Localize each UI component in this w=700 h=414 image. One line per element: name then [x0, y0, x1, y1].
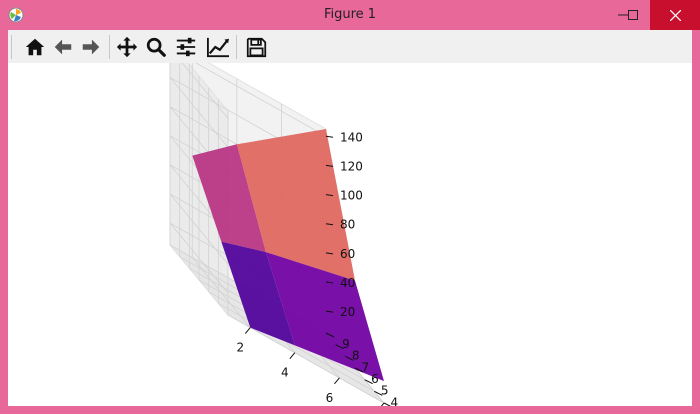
surface-plot[interactable]: 2468345678920406080100120140 [8, 39, 692, 414]
z-tick-label: 120 [340, 159, 363, 173]
x-tick-mark [244, 327, 251, 334]
window-title: Figure 1 [323, 7, 377, 22]
line-chart-icon [207, 37, 229, 58]
figure-canvas[interactable]: 2468345678920406080100120140 [8, 39, 692, 414]
magnifier-icon [146, 37, 166, 57]
y-tick-label: 9 [342, 337, 350, 351]
x-tick-label: 4 [281, 366, 289, 380]
z-tick-label: 100 [340, 189, 363, 203]
z-tick-label: 140 [340, 130, 363, 144]
y-tick-label: 4 [391, 395, 399, 406]
close-button[interactable] [650, 0, 700, 30]
move-icon [116, 36, 138, 58]
z-tick-label: 80 [340, 218, 355, 232]
x-tick-mark [334, 377, 340, 385]
sliders-icon [176, 37, 196, 57]
back-button[interactable] [50, 34, 76, 60]
toolbar [8, 30, 692, 63]
toolbar-separator [11, 35, 12, 59]
y-tick-label: 5 [381, 384, 389, 398]
z-tick-label: 40 [340, 276, 355, 290]
home-icon [25, 38, 45, 56]
subplots-button[interactable] [173, 34, 199, 60]
customize-button[interactable] [205, 34, 231, 60]
y-tick-label: 8 [352, 349, 360, 363]
z-tick-label: 60 [340, 247, 355, 261]
x-tick-mark [289, 352, 296, 360]
home-button[interactable] [22, 34, 48, 60]
toolbar-separator [109, 35, 110, 59]
save-button[interactable] [243, 34, 269, 60]
y-tick-label: 7 [362, 360, 370, 374]
z-tick-label: 20 [340, 305, 355, 319]
toolbar-separator [236, 35, 237, 59]
zoom-button[interactable] [143, 34, 169, 60]
y-tick-label: 6 [371, 372, 379, 386]
x-tick-label: 2 [236, 341, 244, 355]
floppy-disk-icon [246, 37, 266, 57]
title-bar: Figure 1 [0, 0, 700, 30]
maximize-icon [628, 10, 638, 20]
pan-button[interactable] [114, 34, 140, 60]
close-icon [669, 9, 681, 21]
arrow-right-icon [82, 39, 100, 55]
x-tick-mark [378, 402, 385, 410]
forward-button[interactable] [78, 34, 104, 60]
x-tick-label: 6 [326, 391, 334, 405]
arrow-left-icon [54, 39, 72, 55]
